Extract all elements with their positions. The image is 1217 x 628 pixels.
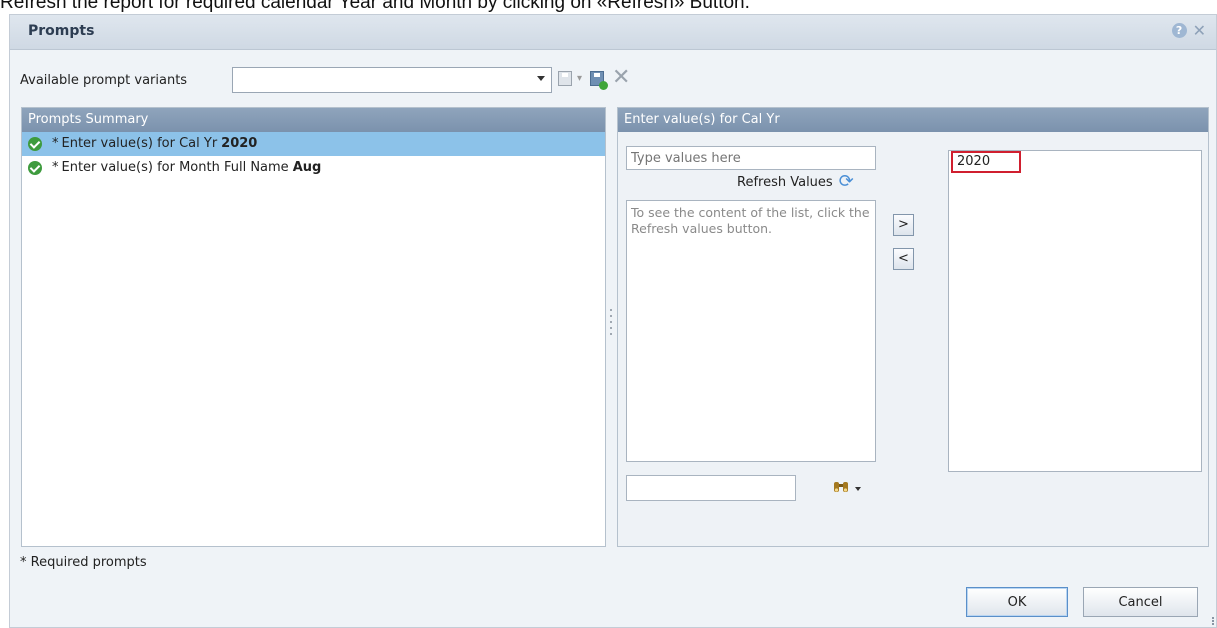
cancel-button[interactable]: Cancel (1083, 587, 1198, 617)
search-button[interactable] (833, 479, 861, 498)
prompt-item-value: 2020 (221, 136, 258, 151)
prompt-item-month[interactable]: * Enter value(s) for Month Full Name Aug (22, 156, 605, 180)
remove-value-button[interactable]: < (893, 248, 914, 270)
refresh-values-button[interactable]: Refresh Values ⟳ (737, 171, 854, 192)
add-value-button[interactable]: > (893, 214, 914, 236)
prompts-summary-header: Prompts Summary (22, 108, 605, 132)
chevron-down-icon[interactable] (537, 76, 545, 81)
available-values-list[interactable]: To see the content of the list, click th… (626, 200, 876, 462)
selected-values-list[interactable]: 2020 (948, 150, 1202, 472)
enter-values-panel: Enter value(s) for Cal Yr Refresh Values… (617, 107, 1209, 547)
prompt-item-value: Aug (292, 160, 322, 175)
prompts-dialog: Prompts ? ✕ Available prompt variants ▾ … (9, 14, 1217, 628)
help-icon[interactable]: ? (1171, 23, 1187, 38)
instruction-caption: Refresh the report for required calendar… (0, 0, 750, 13)
delete-variant-icon[interactable]: ✕ (612, 67, 630, 89)
required-star: * (52, 136, 59, 151)
save-as-icon (590, 71, 608, 90)
type-values-input[interactable] (626, 146, 876, 170)
prompt-item-label: Enter value(s) for Month Full Name (61, 160, 289, 175)
check-icon (28, 161, 42, 175)
save-dropdown-icon[interactable]: ▾ (577, 73, 582, 84)
prompts-summary-panel: Prompts Summary * Enter value(s) for Cal … (21, 107, 606, 547)
prompt-variants-label: Available prompt variants (20, 73, 188, 88)
close-icon[interactable]: ✕ (1193, 23, 1206, 39)
prompt-item-cal-yr[interactable]: * Enter value(s) for Cal Yr 2020 (22, 132, 605, 156)
panel-splitter[interactable] (609, 305, 613, 355)
refresh-values-label: Refresh Values (737, 174, 833, 190)
search-options-dropdown-icon[interactable] (855, 486, 861, 491)
dialog-titlebar: Prompts ? ✕ (10, 15, 1216, 50)
required-star: * (52, 160, 59, 175)
prompt-item-label: Enter value(s) for Cal Yr (61, 136, 218, 151)
enter-values-header: Enter value(s) for Cal Yr (618, 108, 1208, 132)
save-as-variant-button[interactable] (590, 71, 608, 90)
binoculars-icon (833, 479, 849, 498)
prompt-variants-dropdown[interactable] (232, 67, 552, 93)
prompt-variants-row: Available prompt variants ▾ ✕ (10, 65, 1216, 95)
search-values-input[interactable] (626, 475, 796, 501)
dialog-title: Prompts (28, 23, 95, 39)
resize-grip[interactable] (1208, 617, 1214, 625)
save-icon (558, 71, 572, 86)
refresh-icon: ⟳ (838, 171, 854, 192)
ok-button[interactable]: OK (966, 587, 1068, 617)
save-variant-button[interactable] (558, 71, 572, 86)
list-hint-text: To see the content of the list, click th… (631, 205, 870, 236)
check-icon (28, 137, 42, 151)
required-prompts-note: * Required prompts (20, 555, 147, 570)
selected-value-item[interactable]: 2020 (951, 151, 1021, 173)
